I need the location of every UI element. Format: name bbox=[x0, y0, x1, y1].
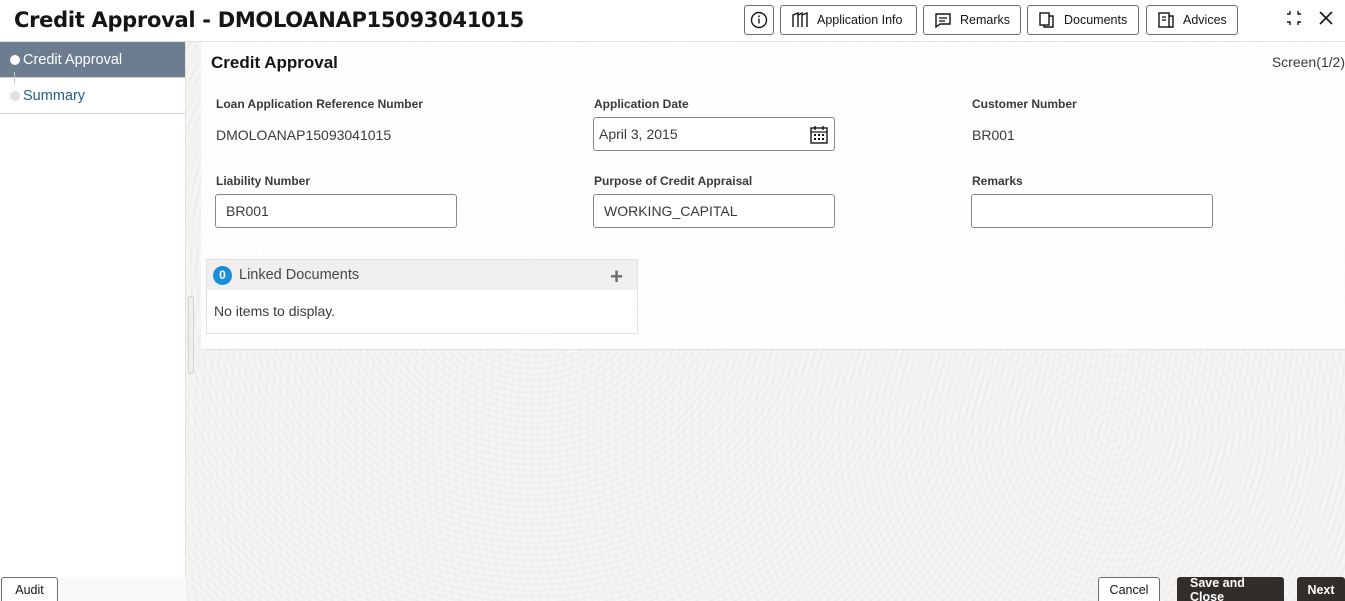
loan-ref-value: DMOLOANAP15093041015 bbox=[216, 127, 392, 143]
application-date-value: April 3, 2015 bbox=[599, 126, 678, 142]
advices-icon bbox=[1158, 12, 1174, 28]
calendar-icon[interactable] bbox=[808, 124, 830, 146]
remarks-icon bbox=[935, 13, 951, 29]
application-info-label: Application Info bbox=[817, 13, 903, 27]
advices-label: Advices bbox=[1183, 13, 1227, 27]
add-document-icon[interactable]: + bbox=[610, 264, 623, 290]
page-header: Credit Approval - DMOLOANAP15093041015 A… bbox=[0, 0, 1345, 42]
remarks-label: Remarks bbox=[972, 174, 1023, 188]
step-indicator-icon bbox=[10, 91, 20, 101]
step-connector bbox=[14, 72, 15, 84]
documents-icon bbox=[1039, 12, 1054, 28]
sidebar-item-credit-approval[interactable]: Credit Approval bbox=[0, 42, 185, 78]
documents-button[interactable]: Documents bbox=[1027, 5, 1139, 35]
sidebar-item-label: Summary bbox=[23, 87, 86, 104]
expand-icon[interactable] bbox=[1285, 9, 1303, 32]
page-title: Credit Approval - DMOLOANAP15093041015 bbox=[14, 8, 524, 32]
next-button[interactable]: Next bbox=[1297, 577, 1345, 601]
info-icon bbox=[750, 11, 768, 29]
purpose-label: Purpose of Credit Appraisal bbox=[594, 174, 753, 188]
audit-button[interactable]: Audit bbox=[1, 577, 58, 601]
screen-indicator: Screen(1/2) bbox=[1271, 54, 1345, 70]
linked-documents-header: 0 Linked Documents + bbox=[207, 260, 637, 290]
linked-documents-title: Linked Documents bbox=[239, 267, 360, 283]
application-date-field[interactable]: April 3, 2015 bbox=[593, 117, 835, 151]
remarks-button[interactable]: Remarks bbox=[923, 5, 1021, 35]
document-count-badge: 0 bbox=[213, 265, 232, 285]
main-content: Credit Approval Screen(1/2) Loan Applica… bbox=[201, 42, 1345, 350]
sidebar-item-label: Credit Approval bbox=[23, 51, 123, 68]
step-indicator-icon bbox=[10, 55, 20, 65]
remarks-button-label: Remarks bbox=[960, 13, 1011, 27]
close-icon[interactable] bbox=[1317, 9, 1335, 32]
cancel-button[interactable]: Cancel bbox=[1098, 577, 1160, 601]
application-date-label: Application Date bbox=[594, 97, 689, 111]
sidebar-item-summary[interactable]: Summary bbox=[0, 72, 185, 114]
info-button[interactable] bbox=[744, 5, 774, 35]
customer-number-value: BR001 bbox=[972, 127, 1015, 143]
sidebar: Credit Approval Summary bbox=[0, 42, 186, 577]
panel-splitter-handle[interactable] bbox=[188, 296, 194, 374]
purpose-field[interactable]: WORKING_CAPITAL bbox=[593, 194, 835, 228]
linked-documents-panel: 0 Linked Documents + No items to display… bbox=[206, 259, 638, 334]
documents-label: Documents bbox=[1064, 13, 1128, 27]
liability-number-field[interactable]: BR001 bbox=[215, 194, 457, 228]
loan-ref-label: Loan Application Reference Number bbox=[216, 97, 423, 111]
customer-number-label: Customer Number bbox=[972, 97, 1077, 111]
advices-button[interactable]: Advices bbox=[1146, 5, 1238, 35]
application-info-icon bbox=[792, 11, 808, 27]
empty-state-text: No items to display. bbox=[214, 303, 336, 319]
save-and-close-button[interactable]: Save and Close bbox=[1177, 576, 1284, 601]
application-info-button[interactable]: Application Info bbox=[780, 5, 917, 35]
section-title: Credit Approval bbox=[211, 53, 338, 72]
liability-number-label: Liability Number bbox=[216, 174, 311, 188]
remarks-input[interactable] bbox=[971, 194, 1213, 228]
